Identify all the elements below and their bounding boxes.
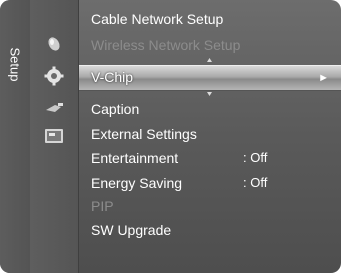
menu-item-label: V-Chip	[91, 69, 134, 85]
menu-item-label: Entertainment	[91, 150, 179, 166]
category-rail: Setup	[0, 0, 31, 273]
application-icon[interactable]	[43, 126, 65, 146]
menu-item-value: : Off	[243, 175, 268, 190]
setup-label: Setup	[7, 47, 23, 81]
menu-item-label: Caption	[91, 101, 140, 117]
menu-item-cable-network-setup[interactable]: Cable Network Setup	[91, 9, 223, 29]
menu-item-pip[interactable]: PIP	[91, 196, 114, 216]
menu-item-sw-upgrade[interactable]: SW Upgrade	[91, 220, 171, 240]
menu-item-entertainment[interactable]: Entertainment : Off	[91, 148, 267, 168]
menu-item-v-chip[interactable]: V-Chip ►	[79, 65, 341, 91]
menu-item-label: Energy Saving	[91, 175, 183, 191]
category-label: Setup	[2, 34, 28, 94]
menu-item-label: External Settings	[91, 126, 197, 142]
submenu-arrow-icon: ►	[318, 72, 329, 84]
menu-item-label: SW Upgrade	[91, 222, 172, 238]
menu-item-external-settings[interactable]: External Settings	[91, 124, 197, 144]
menu-icon-column	[30, 0, 79, 273]
menu-item-label: PIP	[91, 198, 114, 214]
setup-gear-icon[interactable]	[43, 66, 65, 86]
input-plug-icon[interactable]	[43, 98, 65, 118]
menu-item-value: : Off	[243, 150, 268, 165]
picture-icon[interactable]	[43, 34, 65, 54]
menu-item-label: Wireless Network Setup	[91, 37, 241, 53]
menu-item-energy-saving[interactable]: Energy Saving : Off	[91, 173, 267, 193]
tv-menu-screen: Setup Cable Network Setup Wireless Netwo…	[0, 0, 341, 273]
menu-item-wireless-network-setup[interactable]: Wireless Network Setup	[91, 35, 240, 55]
scroll-up-indicator	[207, 58, 212, 62]
menu-item-caption[interactable]: Caption	[91, 99, 139, 119]
menu-item-label: Cable Network Setup	[91, 11, 224, 27]
setup-menu-list: Cable Network Setup Wireless Network Set…	[79, 0, 341, 273]
scroll-down-indicator	[207, 92, 212, 96]
